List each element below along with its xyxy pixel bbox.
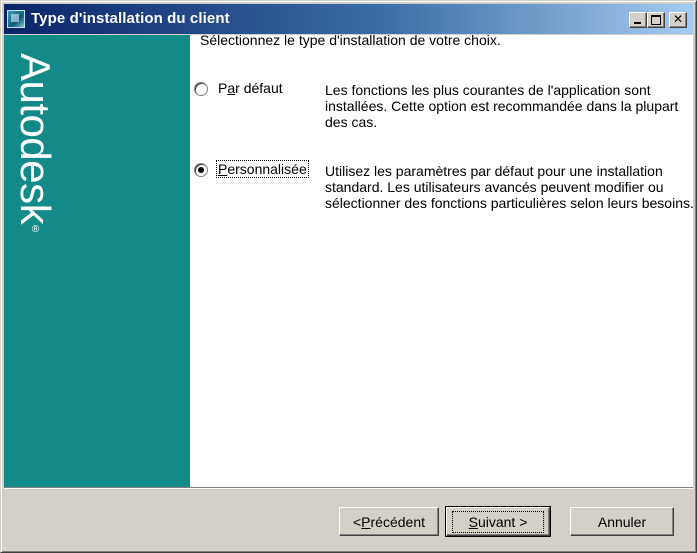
- separator-highlight: [4, 488, 693, 489]
- brand-panel: Autodesk®: [4, 35, 190, 487]
- radio-custom[interactable]: [194, 163, 208, 177]
- option-default-label[interactable]: Par défaut: [218, 80, 283, 96]
- label-accelerator: P: [218, 161, 228, 177]
- option-custom-label[interactable]: Personnalisée: [216, 160, 309, 178]
- close-button[interactable]: ✕: [669, 12, 687, 28]
- instruction-text: Sélectionnez le type d'installation de v…: [200, 32, 501, 48]
- maximize-icon: [651, 15, 661, 25]
- option-default-description: Les fonctions les plus courantes de l'ap…: [325, 82, 679, 130]
- app-icon: [7, 10, 25, 28]
- brand-name: Autodesk: [12, 53, 59, 225]
- close-icon: ✕: [672, 12, 684, 26]
- label-part: P: [218, 80, 228, 96]
- cancel-button[interactable]: Annuler: [570, 507, 674, 536]
- option-default: Par défaut Les fonctions les plus couran…: [194, 78, 689, 148]
- radio-default[interactable]: [194, 82, 208, 96]
- button-label-part: <: [352, 513, 362, 530]
- focus-rect: Suivant >: [451, 510, 545, 533]
- label-part: ersonnalisée: [227, 161, 307, 177]
- brand-logo: Autodesk®: [12, 53, 59, 235]
- option-custom-description: Utilisez les paramètres par défaut pour …: [325, 163, 694, 211]
- maximize-button[interactable]: [647, 12, 665, 28]
- title-bar[interactable]: Type d'installation du client ✕: [4, 4, 693, 34]
- registered-mark: ®: [30, 224, 41, 235]
- option-custom: Personnalisée Utilisez les paramètres pa…: [194, 159, 694, 229]
- minimize-icon: [634, 22, 641, 24]
- label-part: r défaut: [235, 80, 283, 96]
- next-button[interactable]: Suivant >: [445, 506, 551, 537]
- button-label-part: uivant >: [477, 513, 528, 530]
- button-accelerator: P: [361, 513, 371, 530]
- label-accelerator: a: [227, 80, 236, 96]
- button-accelerator: S: [468, 513, 478, 530]
- previous-button[interactable]: < Précédent: [339, 507, 439, 536]
- window-title: Type d'installation du client: [31, 10, 230, 27]
- button-label-part: récédent: [370, 513, 425, 530]
- installer-window: Type d'installation du client ✕ Autodesk…: [0, 0, 697, 553]
- minimize-button[interactable]: [629, 12, 647, 28]
